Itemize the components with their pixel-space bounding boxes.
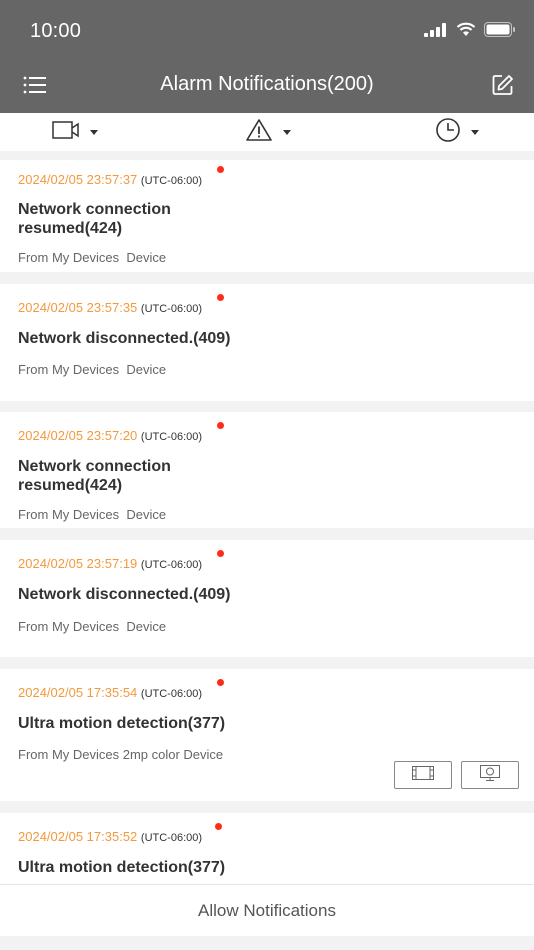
notification-card[interactable]: 2024/02/05 17:35:52 (UTC-06:00) Ultra mo… — [0, 813, 534, 893]
notification-card[interactable]: 2024/02/05 23:57:37 (UTC-06:00) Network … — [0, 160, 534, 272]
notification-source: From My Devices 2mp color Device — [18, 747, 224, 762]
unread-dot — [217, 294, 224, 301]
notification-source: From My Devices Device — [18, 362, 167, 377]
notification-title: Ultra motion detection(377) — [18, 859, 226, 876]
notification-source: From My Devices Device — [18, 619, 167, 634]
filter-bar — [0, 113, 534, 151]
notification-card[interactable]: 2024/02/05 17:35:54 (UTC-06:00) Ultra mo… — [0, 669, 534, 801]
notification-time: 2024/02/05 23:57:35 (UTC-06:00) — [18, 300, 203, 315]
edit-icon — [492, 75, 514, 100]
notification-title: Network disconnected.(409) — [18, 586, 231, 603]
cellular-signal-icon — [424, 22, 448, 42]
unread-dot — [217, 679, 224, 686]
chevron-down-icon — [471, 129, 479, 135]
unread-dot — [215, 823, 222, 830]
notification-title: Network disconnected.(409) — [18, 330, 231, 347]
status-bar: 10:00 — [0, 0, 534, 63]
wifi-icon — [456, 22, 476, 42]
chevron-down-icon — [283, 129, 291, 135]
notification-card[interactable]: 2024/02/05 23:57:19 (UTC-06:00) Network … — [0, 540, 534, 657]
warning-icon — [245, 118, 273, 147]
nav-bar: Alarm Notifications(200) — [0, 63, 534, 113]
notification-time: 2024/02/05 23:57:19 (UTC-06:00) — [18, 556, 203, 571]
notification-time: 2024/02/05 23:57:37 (UTC-06:00) — [18, 172, 203, 187]
notification-title: Network connection resumed(424) — [18, 201, 171, 237]
snapshot-icon — [480, 764, 500, 786]
video-clip-button[interactable] — [394, 761, 452, 789]
notification-title: Network connection resumed(424) — [18, 458, 171, 494]
notification-card[interactable]: 2024/02/05 23:57:20 (UTC-06:00) Network … — [0, 412, 534, 528]
clock-icon — [435, 117, 461, 148]
page-title: Alarm Notifications(200) — [160, 73, 374, 95]
unread-dot — [217, 550, 224, 557]
allow-notifications-button[interactable]: Allow Notifications — [0, 884, 534, 936]
camera-icon — [52, 120, 80, 145]
snapshot-button[interactable] — [461, 761, 519, 789]
notification-time: 2024/02/05 17:35:52 (UTC-06:00) — [18, 829, 203, 844]
status-icons — [424, 22, 516, 42]
notification-time: 2024/02/05 17:35:54 (UTC-06:00) — [18, 685, 203, 700]
battery-icon — [484, 22, 516, 42]
notification-title: Ultra motion detection(377) — [18, 715, 226, 732]
edit-button[interactable] — [492, 74, 514, 96]
notification-source: From My Devices Device — [18, 507, 167, 522]
status-time: 10:00 — [30, 20, 82, 42]
notification-source: From My Devices Device — [18, 250, 167, 265]
notification-card[interactable]: 2024/02/05 23:57:35 (UTC-06:00) Network … — [0, 284, 534, 401]
chevron-down-icon — [90, 129, 98, 135]
notification-time: 2024/02/05 23:57:20 (UTC-06:00) — [18, 428, 203, 443]
camera-filter[interactable] — [52, 119, 98, 145]
unread-dot — [217, 166, 224, 173]
alarm-type-filter[interactable] — [245, 118, 291, 147]
video-clip-icon — [412, 765, 434, 785]
time-filter[interactable] — [435, 117, 479, 148]
unread-dot — [217, 422, 224, 429]
